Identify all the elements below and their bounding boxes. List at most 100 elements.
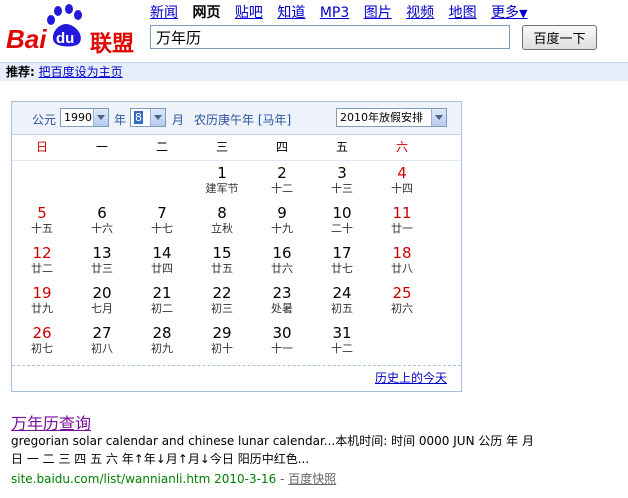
calendar-day-cell[interactable]: 29 初十 xyxy=(192,325,252,356)
nav-images[interactable]: 图片 xyxy=(364,5,392,21)
lunar-day: 二十 xyxy=(331,222,353,235)
result-url: site.baidu.com/list/wannianli.htm 2010-3… xyxy=(11,470,336,487)
search-input[interactable] xyxy=(150,25,510,49)
result-description: gregorian solar calendar and chinese lun… xyxy=(11,432,611,468)
day-number: 9 xyxy=(277,204,287,222)
day-number: 17 xyxy=(332,244,352,262)
lunar-day: 十二 xyxy=(331,342,353,355)
nav-mp3[interactable]: MP3 xyxy=(320,5,349,21)
calendar-day-cell[interactable]: 18 廿八 xyxy=(372,245,432,276)
calendar-day-cell[interactable]: 9 十九 xyxy=(252,205,312,236)
nav-tieba[interactable]: 贴吧 xyxy=(235,5,263,21)
nav-zhidao[interactable]: 知道 xyxy=(277,5,305,21)
recommend-label: 推荐 xyxy=(6,65,31,79)
calendar-day-cell[interactable]: 2 十二 xyxy=(252,165,312,196)
lunar-day: 廿五 xyxy=(211,262,233,275)
calendar-day-cell[interactable]: 3 十三 xyxy=(312,165,372,196)
lunar-day: 初九 xyxy=(151,342,173,355)
result-url-separator: - xyxy=(276,472,289,486)
day-number: 25 xyxy=(392,284,412,302)
calendar-day-cell[interactable]: 30 十一 xyxy=(252,325,312,356)
holiday-select[interactable]: 2010年放假安排 xyxy=(336,108,447,127)
calendar-day-cell[interactable]: 21 初二 xyxy=(132,285,192,316)
calendar-day-cell[interactable]: 23 处暑 xyxy=(252,285,312,316)
calendar-day-cell[interactable]: 26 初七 xyxy=(12,325,72,356)
nav-map[interactable]: 地图 xyxy=(449,5,477,21)
nav-video[interactable]: 视频 xyxy=(406,5,434,21)
calendar-day-cell[interactable]: 19 廿九 xyxy=(12,285,72,316)
lunar-day: 廿七 xyxy=(331,262,353,275)
lunar-day: 立秋 xyxy=(211,222,233,235)
weekday-label: 一 xyxy=(95,140,108,154)
chevron-down-icon[interactable] xyxy=(431,109,446,126)
history-today-link[interactable]: 历史上的今天 xyxy=(375,369,447,386)
lunar-day: 七月 xyxy=(91,302,113,315)
chevron-down-icon[interactable] xyxy=(150,109,165,126)
calendar-day-cell[interactable]: 6 十六 xyxy=(72,205,132,236)
chevron-down-icon: ▼ xyxy=(519,7,528,20)
calendar-day-cell[interactable]: 13 廿三 xyxy=(72,245,132,276)
calendar-day-cell[interactable]: 17 廿七 xyxy=(312,245,372,276)
nav-more-label: 更多 xyxy=(491,5,520,21)
day-number: 7 xyxy=(157,204,167,222)
calendar-day-cell[interactable]: 20 七月 xyxy=(72,285,132,316)
calendar-day-cell[interactable]: 4 十四 xyxy=(372,165,432,196)
calendar-day-cell[interactable]: 7 十七 xyxy=(132,205,192,236)
day-number: 26 xyxy=(32,324,52,342)
calendar-day-cell[interactable]: 22 初三 xyxy=(192,285,252,316)
logo-text-bai: Bai xyxy=(6,24,47,54)
day-number: 11 xyxy=(392,204,412,222)
calendar-day-cell[interactable]: 16 廿六 xyxy=(252,245,312,276)
day-number: 30 xyxy=(272,324,292,342)
calendar-widget: 公元 1990 年 8 月 农历庚午年 [马年] 2010年放假安排 日 一 二 三 四… xyxy=(11,101,462,392)
calendar-day-cell[interactable]: 1 建军节 xyxy=(192,165,252,196)
lunar-day: 初二 xyxy=(151,302,173,315)
calendar-day-cell[interactable]: 11 廿一 xyxy=(372,205,432,236)
weekday-label: 六 xyxy=(395,140,408,154)
set-homepage-link[interactable]: 把百度设为主页 xyxy=(39,65,123,79)
calendar-day-cell[interactable]: 27 初八 xyxy=(72,325,132,356)
day-number: 3 xyxy=(337,164,347,182)
year-select[interactable]: 1990 xyxy=(60,108,109,127)
nav-news[interactable]: 新闻 xyxy=(150,5,178,21)
lunar-day: 十一 xyxy=(271,342,293,355)
calendar-day-cell[interactable]: 28 初九 xyxy=(132,325,192,356)
calendar-toolbar: 公元 1990 年 8 月 农历庚午年 [马年] 2010年放假安排 xyxy=(12,102,461,135)
result-title-link[interactable]: 万年历查询 xyxy=(11,410,91,434)
calendar-day-cell[interactable]: 24 初五 xyxy=(312,285,372,316)
calendar-day-cell[interactable]: 31 十二 xyxy=(312,325,372,356)
calendar-day-cell[interactable]: 5 十五 xyxy=(12,205,72,236)
day-number: 27 xyxy=(92,324,112,342)
baidu-union-logo[interactable]: Bai du 联盟 xyxy=(6,4,142,57)
lunar-year-label: 农历庚午年 [马年] xyxy=(194,113,292,127)
calendar-day-cell[interactable]: 12 廿二 xyxy=(12,245,72,276)
day-number: 19 xyxy=(32,284,52,302)
lunar-day: 初三 xyxy=(211,302,233,315)
lunar-day: 十二 xyxy=(271,182,293,195)
chevron-down-icon[interactable] xyxy=(93,109,108,126)
calendar-day-cell[interactable]: 8 立秋 xyxy=(192,205,252,236)
weekday-header: 日一二三四五六 xyxy=(12,136,461,161)
calendar-day-cell[interactable]: 15 廿五 xyxy=(192,245,252,276)
calendar-day-cell[interactable]: 10 二十 xyxy=(312,205,372,236)
month-select[interactable]: 8 xyxy=(130,108,166,127)
gongyuan-label: 公元 xyxy=(32,113,57,127)
result-desc-line2: 日 一 二 三 四 五 六 年↑年↓月↑月↓今日 阳历中红色... xyxy=(11,452,310,466)
day-number: 6 xyxy=(97,204,107,222)
lunar-day: 廿四 xyxy=(151,262,173,275)
day-number: 10 xyxy=(332,204,352,222)
nav-more[interactable]: 更多▼ xyxy=(491,5,527,21)
search-button[interactable]: 百度一下 xyxy=(522,25,597,50)
calendar-day-cell[interactable]: 25 初六 xyxy=(372,285,432,316)
day-number: 12 xyxy=(32,244,52,262)
nav-web[interactable]: 网页 xyxy=(192,5,220,21)
day-number: 2 xyxy=(277,164,287,182)
day-number: 16 xyxy=(272,244,292,262)
snapshot-link[interactable]: 百度快照 xyxy=(288,472,336,486)
year-unit: 年 xyxy=(114,113,127,127)
lunar-day: 廿一 xyxy=(391,222,413,235)
day-number: 21 xyxy=(152,284,172,302)
day-number: 5 xyxy=(37,204,47,222)
calendar-day-cell[interactable]: 14 廿四 xyxy=(132,245,192,276)
lunar-day: 初五 xyxy=(331,302,353,315)
